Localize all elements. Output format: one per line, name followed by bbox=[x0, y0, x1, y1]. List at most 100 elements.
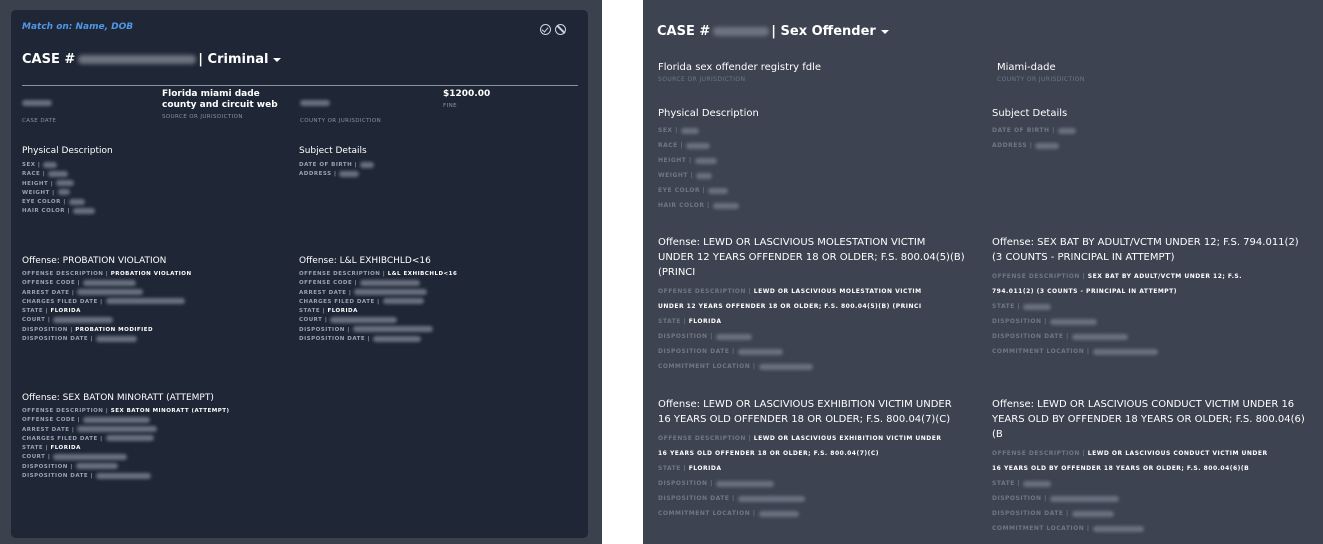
detail-label: COMMITMENT LOCATION | bbox=[658, 510, 756, 517]
detail-row: HEIGHT | bbox=[22, 180, 113, 189]
detail-label: OFFENSE DESCRIPTION | bbox=[992, 450, 1086, 457]
redacted-value bbox=[1035, 142, 1060, 149]
detail-row: COMMITMENT LOCATION | bbox=[992, 344, 1317, 359]
detail-label: DISPOSITION | bbox=[992, 495, 1047, 502]
offense-section: Offense: SEX BATON MINORATT (ATTEMPT) OF… bbox=[22, 393, 230, 481]
detail-value: 16 YEARS OLD OFFENDER 18 OR OLDER; F.S. … bbox=[658, 450, 879, 457]
detail-label: DISPOSITION DATE | bbox=[22, 473, 94, 480]
detail-label: OFFENSE CODE | bbox=[22, 280, 81, 287]
detail-label: DISPOSITION DATE | bbox=[299, 336, 371, 343]
physical-description-section: Physical Description SEX | RACE | HEIGHT |… bbox=[658, 108, 759, 213]
county-field: COUNTY OR JURISDICTION bbox=[300, 92, 381, 124]
match-criteria-label: Match on: Name, DOB bbox=[22, 22, 134, 32]
detail-row: DISPOSITION | bbox=[658, 329, 978, 344]
detail-row: ARREST DATE | bbox=[299, 289, 457, 298]
detail-row: ARREST DATE | bbox=[22, 426, 230, 435]
detail-value: PROBATION VIOLATION bbox=[108, 271, 192, 277]
detail-row: SEX | bbox=[658, 123, 759, 138]
detail-row: WEIGHT | bbox=[22, 189, 113, 198]
detail-row: ADDRESS | bbox=[299, 170, 374, 179]
offense-title: Offense: PROBATION VIOLATION bbox=[22, 256, 167, 266]
detail-label: RACE | bbox=[658, 142, 684, 149]
detail-row: DISPOSITION | bbox=[992, 491, 1317, 506]
offense-title: Offense: SEX BAT BY ADULT/VCTM UNDER 12;… bbox=[992, 235, 1317, 265]
detail-label: CHARGES FILED DATE | bbox=[22, 435, 103, 442]
detail-row: OFFENSE CODE | bbox=[299, 279, 457, 288]
detail-label: DISPOSITION DATE | bbox=[992, 333, 1069, 340]
detail-label: CHARGES FILED DATE | bbox=[299, 298, 380, 305]
detail-row: DISPOSITION | bbox=[22, 463, 230, 472]
case-type: | Sex Offender bbox=[771, 24, 876, 39]
detail-row: COURT | bbox=[22, 453, 230, 462]
redacted-value bbox=[1023, 480, 1052, 487]
detail-row: HAIR COLOR | bbox=[22, 207, 113, 216]
detail-label: STATE | bbox=[22, 308, 49, 315]
redacted-value bbox=[105, 298, 185, 305]
redacted-value bbox=[48, 170, 69, 177]
detail-label: DISPOSITION | bbox=[299, 326, 350, 333]
detail-value: SEX BATON MINORATT (ATTEMPT) bbox=[108, 408, 230, 414]
detail-label: OFFENSE CODE | bbox=[22, 417, 81, 424]
offense-title-line: 16 YEARS OLD OFFENDER 18 OR OLDER; F.S. … bbox=[658, 414, 951, 425]
detail-row: DISPOSITION | PROBATION MODIFIED bbox=[22, 326, 192, 335]
detail-label: DISPOSITION DATE | bbox=[658, 348, 735, 355]
case-title-dropdown[interactable]: CASE # | Sex Offender bbox=[657, 24, 889, 39]
field-label: COUNTY OR JURISDICTION bbox=[997, 76, 1085, 83]
redacted-case-number bbox=[78, 55, 197, 64]
physical-description-section: Physical Description SEX | RACE | HEIGHT |… bbox=[22, 146, 113, 217]
redacted-value bbox=[96, 335, 138, 342]
detail-row: CHARGES FILED DATE | bbox=[22, 435, 230, 444]
redacted-value bbox=[715, 333, 752, 340]
reject-match-icon[interactable] bbox=[555, 24, 566, 35]
detail-row: DISPOSITION DATE | bbox=[658, 491, 978, 506]
detail-label: ADDRESS | bbox=[992, 142, 1033, 149]
case-prefix: CASE # bbox=[657, 24, 711, 39]
detail-row: STATE | FLORIDA bbox=[22, 444, 230, 453]
redacted-value bbox=[1092, 348, 1158, 355]
detail-label: STATE | bbox=[992, 303, 1021, 310]
detail-label: EYE COLOR | bbox=[658, 187, 706, 194]
detail-label: DISPOSITION | bbox=[658, 480, 713, 487]
detail-label: STATE | bbox=[658, 318, 687, 325]
offense-title-line: Offense: LEWD OR LASCIVIOUS MOLESTATION … bbox=[658, 237, 926, 248]
field-label: CASE DATE bbox=[22, 118, 57, 124]
detail-label: OFFENSE DESCRIPTION | bbox=[658, 288, 752, 295]
detail-value: L&L EXHIBCHLD<16 bbox=[385, 271, 458, 277]
redacted-value bbox=[77, 426, 158, 433]
redacted-value bbox=[1071, 333, 1128, 340]
detail-label: DATE OF BIRTH | bbox=[992, 127, 1055, 134]
county-field: Miami-dade COUNTY OR JURISDICTION bbox=[997, 62, 1085, 83]
offense-section: Offense: PROBATION VIOLATION OFFENSE DES… bbox=[22, 256, 192, 344]
detail-label: CHARGES FILED DATE | bbox=[22, 298, 103, 305]
redacted-value bbox=[715, 480, 774, 487]
criminal-case-panel: Match on: Name, DOB CASE # | Criminal CA… bbox=[0, 0, 602, 544]
detail-row: ADDRESS | bbox=[992, 138, 1076, 153]
field-value: Florida sex offender registry fdle bbox=[658, 62, 822, 73]
detail-label: DISPOSITION DATE | bbox=[658, 495, 735, 502]
detail-label: HAIR COLOR | bbox=[658, 202, 710, 209]
detail-row: OFFENSE CODE | bbox=[22, 416, 230, 425]
offense-title-line: Offense: LEWD OR LASCIVIOUS EXHIBITION V… bbox=[658, 399, 952, 410]
redacted-value bbox=[43, 161, 58, 168]
redacted-value bbox=[712, 202, 739, 209]
detail-row: COURT | bbox=[22, 316, 192, 325]
detail-row: STATE | bbox=[992, 476, 1317, 491]
detail-row: STATE | FLORIDA bbox=[658, 461, 978, 476]
detail-row: DISPOSITION DATE | bbox=[992, 329, 1317, 344]
detail-row: OFFENSE DESCRIPTION | SEX BAT BY ADULT/V… bbox=[992, 269, 1317, 284]
detail-label: COMMITMENT LOCATION | bbox=[992, 348, 1090, 355]
section-title: Physical Description bbox=[658, 108, 759, 119]
case-title-dropdown[interactable]: CASE # | Criminal bbox=[22, 52, 282, 67]
chevron-down-icon bbox=[273, 57, 282, 62]
confirm-match-icon[interactable] bbox=[540, 24, 551, 35]
detail-row: COMMITMENT LOCATION | bbox=[992, 521, 1317, 536]
detail-row: COMMITMENT LOCATION | bbox=[658, 359, 978, 374]
detail-row: DISPOSITION | bbox=[299, 326, 457, 335]
redacted-value bbox=[360, 161, 375, 168]
field-label: FINE bbox=[443, 103, 457, 109]
detail-label: DISPOSITION | bbox=[22, 463, 73, 470]
offense-title: Offense: LEWD OR LASCIVIOUS MOLESTATION … bbox=[658, 235, 978, 280]
detail-label: OFFENSE DESCRIPTION | bbox=[658, 435, 752, 442]
detail-label: HEIGHT | bbox=[22, 180, 54, 187]
redacted-value bbox=[758, 510, 799, 517]
